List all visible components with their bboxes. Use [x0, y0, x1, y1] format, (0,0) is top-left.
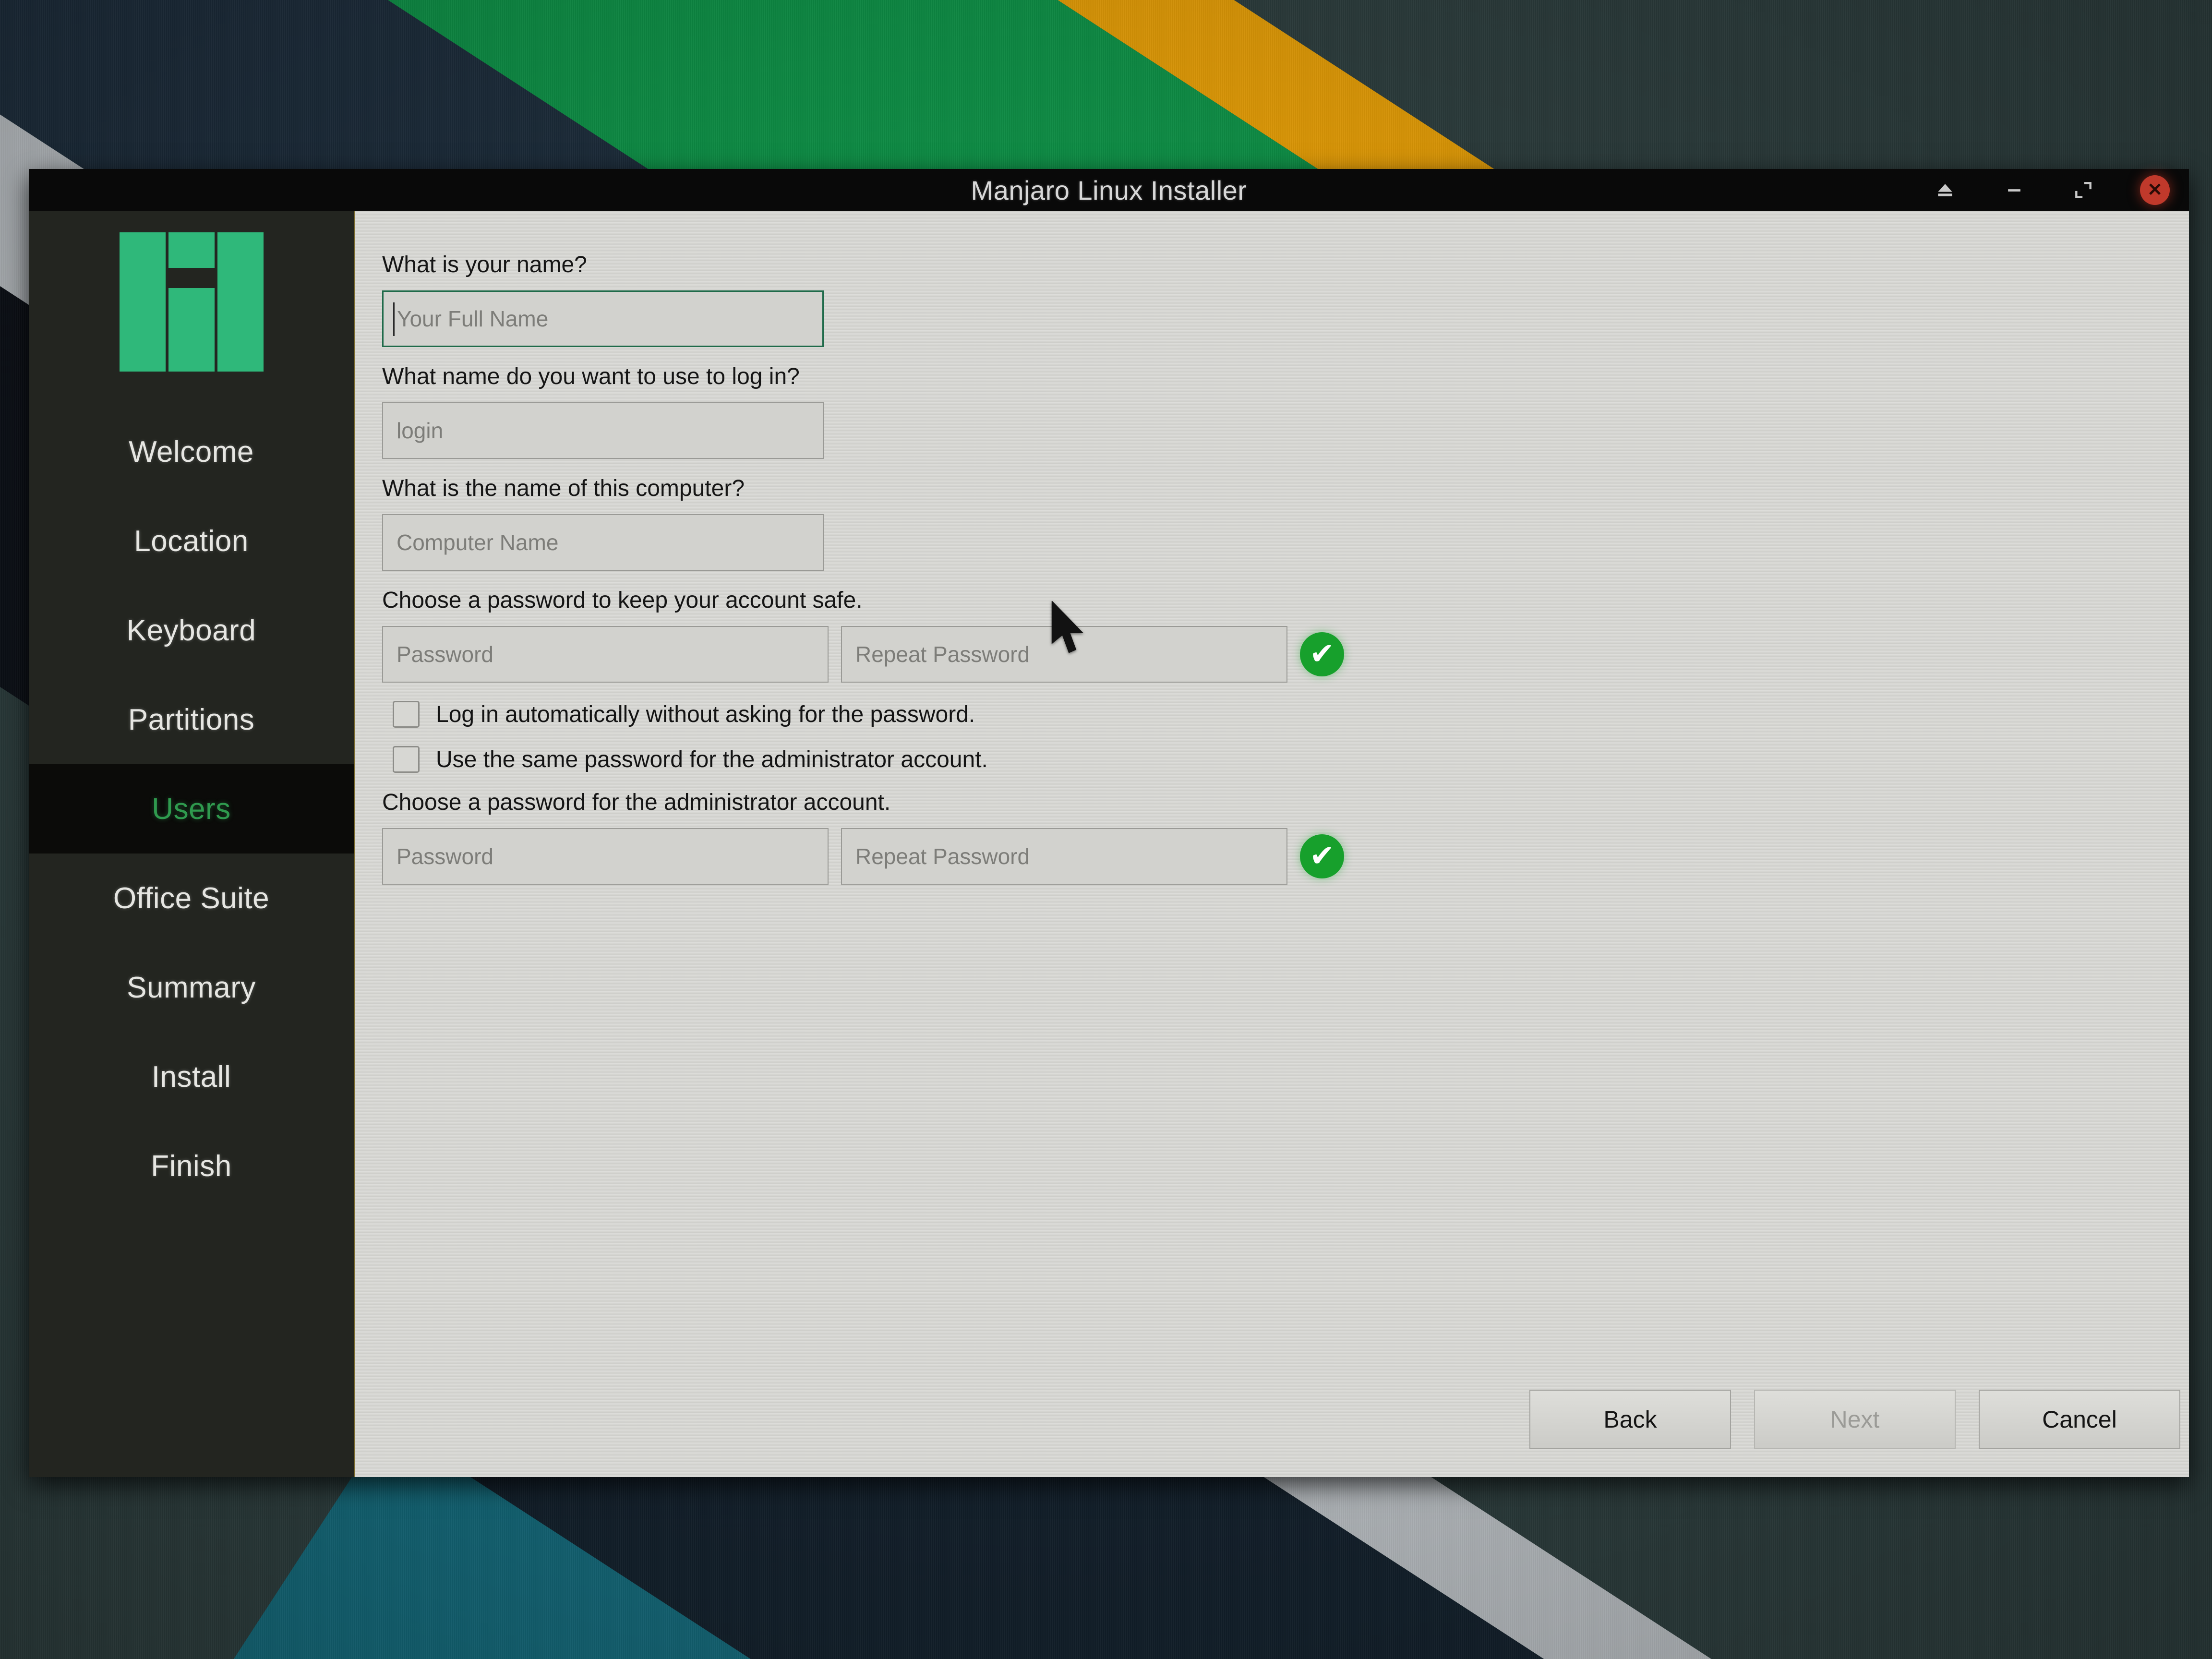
shade-icon[interactable]: [1933, 178, 1958, 203]
hostname-input[interactable]: Computer Name: [382, 514, 824, 571]
installer-window: Manjaro Linux Installer ✕ Welcome Locati…: [29, 169, 2189, 1477]
admin-password-label: Choose a password for the administrator …: [382, 790, 891, 815]
window-title: Manjaro Linux Installer: [971, 175, 1247, 205]
autologin-checkbox-row[interactable]: Log in automatically without asking for …: [393, 701, 2162, 728]
manjaro-logo-icon: [119, 232, 264, 372]
login-label: What name do you want to use to log in?: [382, 364, 800, 389]
text-caret: [393, 302, 395, 336]
user-password-input[interactable]: Password: [382, 626, 829, 683]
admin-password-placeholder: Password: [397, 844, 493, 869]
fullname-field-group: What is your name? Your Full Name: [382, 252, 2162, 347]
admin-password-input[interactable]: Password: [382, 828, 829, 885]
same-password-label: Use the same password for the administra…: [436, 746, 988, 772]
fullname-label: What is your name?: [382, 252, 587, 277]
content-pane: What is your name? Your Full Name What n…: [355, 211, 2189, 1477]
login-placeholder: login: [397, 418, 444, 443]
hostname-field-group: What is the name of this computer? Compu…: [382, 475, 2162, 571]
minimize-icon[interactable]: [2002, 178, 2027, 203]
login-input[interactable]: login: [382, 402, 824, 459]
user-password-label: Choose a password to keep your account s…: [382, 588, 863, 613]
sidebar-item-summary[interactable]: Summary: [29, 943, 354, 1032]
back-button[interactable]: Back: [1529, 1390, 1731, 1449]
user-password-placeholder: Password: [397, 642, 493, 667]
admin-password-group: Choose a password for the administrator …: [382, 789, 2162, 885]
autologin-checkbox[interactable]: [393, 701, 420, 728]
close-icon[interactable]: ✕: [2140, 175, 2170, 205]
sidebar-item-keyboard[interactable]: Keyboard: [29, 586, 354, 675]
user-repeat-password-input[interactable]: Repeat Password: [841, 626, 1287, 683]
same-password-checkbox[interactable]: [393, 746, 420, 773]
user-password-valid-checkmark-icon: ✔: [1300, 632, 1344, 676]
user-password-group: Choose a password to keep your account s…: [382, 587, 2162, 683]
next-button[interactable]: Next: [1754, 1390, 1956, 1449]
cancel-button[interactable]: Cancel: [1979, 1390, 2180, 1449]
hostname-placeholder: Computer Name: [397, 530, 559, 555]
same-password-checkbox-row[interactable]: Use the same password for the administra…: [393, 746, 2162, 773]
sidebar-item-welcome[interactable]: Welcome: [29, 407, 354, 496]
login-field-group: What name do you want to use to log in? …: [382, 363, 2162, 459]
admin-password-row: Password Repeat Password ✔: [382, 828, 2162, 885]
window-body: Welcome Location Keyboard Partitions Use…: [29, 211, 2189, 1477]
sidebar-item-users[interactable]: Users: [29, 764, 354, 854]
window-controls: ✕: [1933, 169, 2170, 211]
sidebar-item-office-suite[interactable]: Office Suite: [29, 854, 354, 943]
hostname-label: What is the name of this computer?: [382, 476, 745, 501]
fullname-placeholder: Your Full Name: [397, 306, 549, 331]
user-password-row: Password Repeat Password ✔: [382, 626, 2162, 683]
user-repeat-password-placeholder: Repeat Password: [855, 642, 1030, 667]
maximize-icon[interactable]: [2071, 178, 2096, 203]
admin-password-valid-checkmark-icon: ✔: [1300, 834, 1344, 878]
autologin-label: Log in automatically without asking for …: [436, 701, 975, 727]
sidebar-item-location[interactable]: Location: [29, 496, 354, 586]
window-titlebar[interactable]: Manjaro Linux Installer ✕: [29, 169, 2189, 211]
sidebar-item-install[interactable]: Install: [29, 1032, 354, 1121]
sidebar: Welcome Location Keyboard Partitions Use…: [29, 211, 355, 1477]
admin-repeat-password-placeholder: Repeat Password: [855, 844, 1030, 869]
users-form: What is your name? Your Full Name What n…: [355, 252, 2189, 885]
admin-repeat-password-input[interactable]: Repeat Password: [841, 828, 1287, 885]
sidebar-item-partitions[interactable]: Partitions: [29, 675, 354, 764]
fullname-input[interactable]: Your Full Name: [382, 290, 824, 347]
sidebar-item-finish[interactable]: Finish: [29, 1121, 354, 1211]
footer-buttons: Back Next Cancel: [1529, 1390, 2180, 1449]
